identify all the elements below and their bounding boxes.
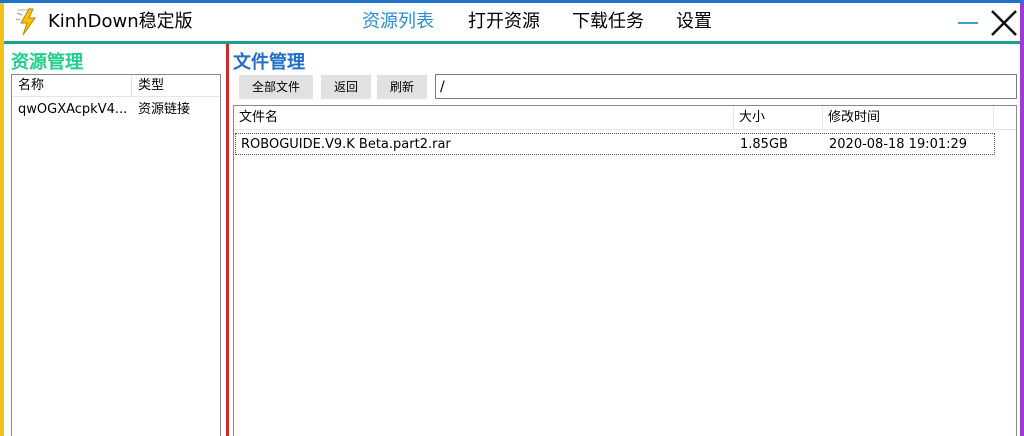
right-window-border — [1020, 3, 1024, 436]
resource-table: 名称 类型 qwOGXAcpkV4... 资源链接 — [11, 74, 221, 436]
path-input[interactable] — [435, 74, 1017, 99]
resource-name: qwOGXAcpkV4... — [18, 102, 128, 117]
file-modified-time: 2020-08-18 19:01:29 — [829, 137, 968, 152]
table-row[interactable]: qwOGXAcpkV4... 资源链接 — [12, 99, 220, 121]
file-panel-title: 文件管理 — [233, 52, 305, 73]
resource-type: 资源链接 — [138, 102, 191, 117]
app-title: KinhDown稳定版 — [48, 11, 193, 32]
lightning-bolt-icon — [14, 7, 42, 37]
resource-panel-title: 资源管理 — [11, 52, 83, 73]
resource-table-header: 名称 类型 — [12, 75, 220, 97]
refresh-button[interactable]: 刷新 — [377, 75, 427, 99]
back-button[interactable]: 返回 — [321, 75, 371, 99]
tab-download-tasks[interactable]: 下载任务 — [572, 11, 644, 33]
file-size: 1.85GB — [740, 137, 788, 152]
all-files-button[interactable]: 全部文件 — [239, 75, 313, 99]
file-table-header: 文件名 大小 修改时间 — [234, 106, 1016, 130]
tab-settings[interactable]: 设置 — [676, 11, 712, 33]
column-separator — [993, 106, 994, 130]
resource-panel: 资源管理 名称 类型 qwOGXAcpkV4... 资源链接 — [4, 44, 226, 436]
column-header-filename[interactable]: 文件名 — [234, 107, 733, 129]
column-header-name[interactable]: 名称 — [12, 75, 131, 97]
close-icon[interactable] — [988, 7, 1020, 39]
tab-resource-list[interactable]: 资源列表 — [362, 11, 434, 33]
table-row[interactable]: ROBOGUIDE.V9.K Beta.part2.rar 1.85GB 202… — [235, 133, 995, 155]
title-bar: KinhDown稳定版 资源列表 打开资源 下载任务 设置 — [4, 3, 1020, 41]
file-table: 文件名 大小 修改时间 ROBOGUIDE.V9.K Beta.part2.ra… — [233, 105, 1017, 436]
minimize-icon[interactable] — [954, 9, 982, 37]
column-header-modified[interactable]: 修改时间 — [823, 107, 993, 129]
column-header-size[interactable]: 大小 — [734, 107, 822, 129]
column-header-type[interactable]: 类型 — [132, 75, 220, 97]
file-panel: 文件管理 全部文件 返回 刷新 文件名 大小 修改时间 ROBOGUIDE.V9… — [229, 44, 1020, 436]
tab-open-resource[interactable]: 打开资源 — [468, 11, 540, 33]
file-name: ROBOGUIDE.V9.K Beta.part2.rar — [241, 137, 451, 152]
